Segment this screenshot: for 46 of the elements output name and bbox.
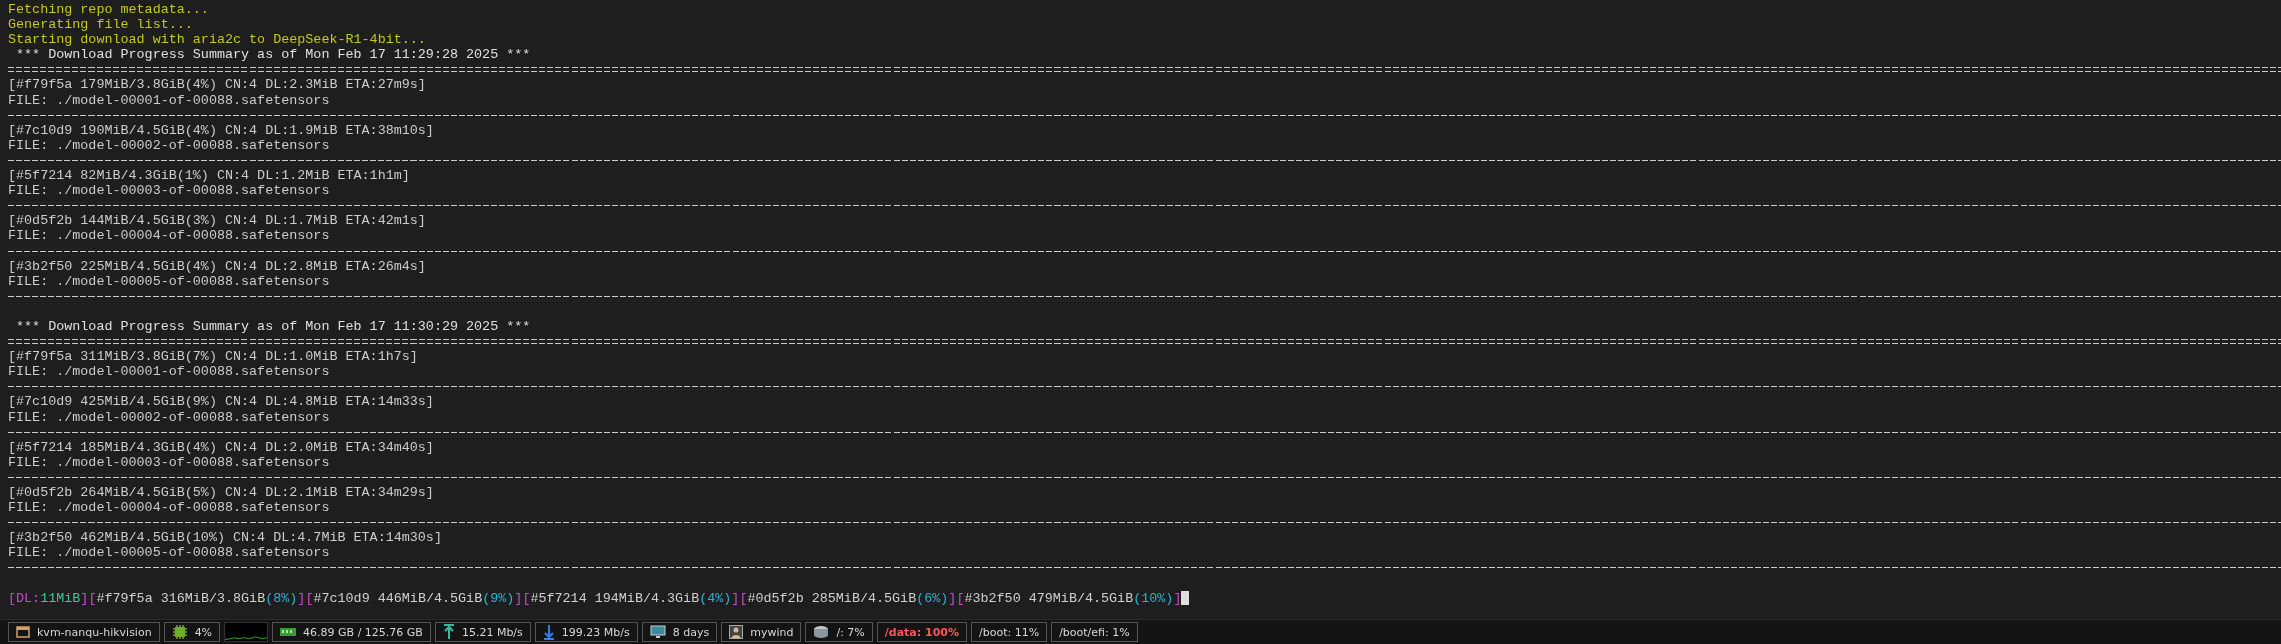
text-cursor xyxy=(1181,591,1190,606)
terminal-line: FILE: ./model-00005-of-00088.safetensors xyxy=(8,545,330,561)
terminal-line: [#7c10d9 190MiB/4.5GiB(4%) CN:4 DL:1.9MiB ETA:38m10s] xyxy=(8,122,434,138)
terminal-line: [#0d5f2b 144MiB/4.5GiB(3%) CN:4 DL:1.7MiB ETA:42m1s] xyxy=(8,213,426,229)
summary-heading: *** Download Progress Summary as of Mon Feb 17 11:29:28 2025 *** xyxy=(15,47,531,63)
terminal-line: Fetching repo metadata... xyxy=(8,2,209,18)
terminal-line: FILE: ./model-00002-of-00088.safetensors xyxy=(8,409,330,425)
terminal-line: [#0d5f2b 264MiB/4.5GiB(5%) CN:4 DL:2.1MiB ETA:34m29s] xyxy=(8,485,434,501)
memory-icon xyxy=(280,626,297,638)
status-text: mywind xyxy=(750,625,794,639)
download-icon xyxy=(542,624,555,640)
progress-line: [DL:11MiB][#f79f5a 316MiB/3.8GiB(8%)][#7c10d9 446MiB/4.5GiB(9%)][#5f7214 194MiB/4.3GiB(4%)][#0d5f2b 285MiB/4.5GiB(6%)][#3b2f50 479MiB/4.5GiB(10%)] xyxy=(8,590,1182,606)
status-text: /boot/efi: 1% xyxy=(1059,625,1130,639)
upload-icon xyxy=(442,624,455,640)
terminal-line: FILE: ./model-00004-of-00088.safetensors xyxy=(8,500,330,516)
terminal-line: FILE: ./model-00004-of-00088.safetensors xyxy=(8,228,330,244)
terminal-line: FILE: ./model-00003-of-00088.safetensors xyxy=(8,454,330,470)
window-icon xyxy=(16,625,30,639)
status-text: /boot: 11% xyxy=(979,625,1040,639)
status-text: 8 days xyxy=(672,625,710,639)
status-text: kvm-nanqu-hikvision xyxy=(37,625,152,639)
terminal-line: FILE: ./model-00001-of-00088.safetensors xyxy=(8,92,330,108)
disk-icon xyxy=(813,625,830,639)
terminal-line: FILE: ./model-00001-of-00088.safetensors xyxy=(8,364,330,380)
terminal-line: FILE: ./model-00002-of-00088.safetensors xyxy=(8,137,330,153)
status-text: 46.89 GB / 125.76 GB xyxy=(303,625,423,639)
terminal-line: Generating file list... xyxy=(8,17,193,33)
terminal-line: [#f79f5a 311MiB/3.8GiB(7%) CN:4 DL:1.0MiB ETA:1h7s] xyxy=(8,349,418,365)
terminal-line: Starting download with aria2c to DeepSeek-R1-4bit... xyxy=(8,32,426,48)
terminal-line: FILE: ./model-00003-of-00088.safetensors xyxy=(8,183,330,199)
status-text: /: 7% xyxy=(836,625,865,639)
monitor-icon xyxy=(649,625,666,639)
terminal-line: FILE: ./model-00005-of-00088.safetensors xyxy=(8,273,330,289)
terminal-line: [#5f7214 185MiB/4.3GiB(4%) CN:4 DL:2.0MiB ETA:34m40s] xyxy=(8,439,434,455)
status-text: /data: 100% xyxy=(884,625,959,639)
status-text: 15.21 Mb/s xyxy=(461,625,523,639)
chip-icon xyxy=(171,624,188,640)
terminal-line: [#3b2f50 225MiB/4.5GiB(4%) CN:4 DL:2.8MiB ETA:26m4s] xyxy=(8,258,426,274)
terminal-line: [#5f7214 82MiB/4.3GiB(1%) CN:4 DL:1.2MiB ETA:1h1m] xyxy=(8,168,410,184)
summary-heading: *** Download Progress Summary as of Mon Feb 17 11:30:29 2025 *** xyxy=(15,318,531,335)
terminal-line: [#f79f5a 179MiB/3.8GiB(4%) CN:4 DL:2.3MiB ETA:27m9s] xyxy=(8,77,426,93)
terminal-line: [#3b2f50 462MiB/4.5GiB(10%) CN:4 DL:4.7MiB ETA:14m30s] xyxy=(8,530,442,546)
status-text: 4% xyxy=(194,625,213,639)
status-text: 199.23 Mb/s xyxy=(561,625,630,639)
terminal-line: [#7c10d9 425MiB/4.5GiB(9%) CN:4 DL:4.8MiB ETA:14m33s] xyxy=(8,394,434,410)
user-icon xyxy=(729,625,744,639)
